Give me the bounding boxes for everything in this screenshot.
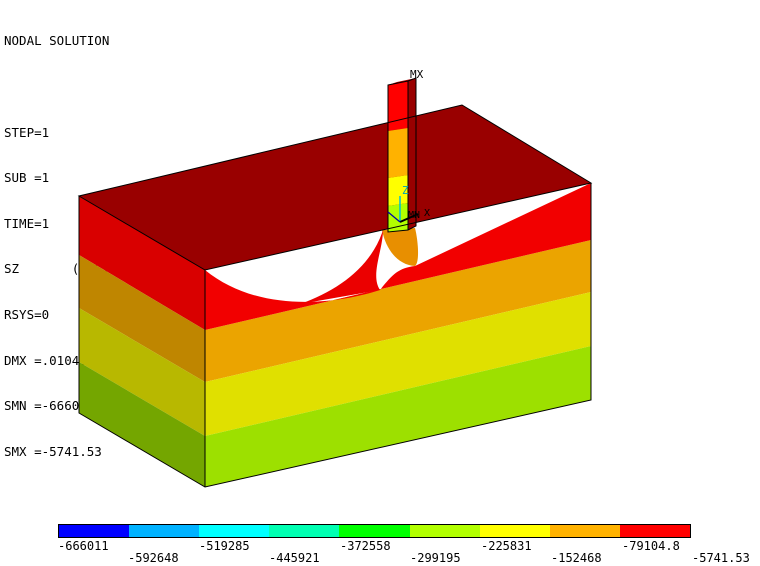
max-marker: MX (410, 68, 424, 81)
legend-swatch-blue (59, 525, 130, 537)
legend-swatch-lime (409, 525, 480, 537)
pile-contact-region (382, 228, 419, 266)
contour-legend-bar (58, 524, 691, 538)
legend-tick: -592648 (128, 551, 179, 565)
legend-tick: -299195 (410, 551, 461, 565)
legend-swatch-cyan (199, 525, 270, 537)
legend-tick: -519285 (199, 539, 250, 553)
pile-side (408, 78, 416, 230)
fe-model-viewport[interactable]: Z X MN MX (0, 0, 760, 520)
legend-tick-labels: -666011 -519285 -372558 -225831 -79104.8… (0, 538, 760, 566)
legend-tick: -372558 (340, 539, 391, 553)
legend-swatch-yellow (479, 525, 550, 537)
pile-column (387, 77, 417, 233)
min-marker: MN (408, 210, 420, 221)
triad-z-label: Z (402, 184, 409, 197)
legend-swatch-green (339, 525, 410, 537)
legend-tick: -666011 (58, 539, 109, 553)
legend-tick: -445921 (269, 551, 320, 565)
legend-swatch-teal (269, 525, 340, 537)
legend-swatch-orange (549, 525, 620, 537)
pile-front-red (388, 81, 408, 131)
legend-swatch-red (619, 525, 690, 537)
legend-tick: -5741.53 (692, 551, 750, 565)
pile-front-orange (388, 128, 408, 178)
triad-x-label: X (424, 208, 430, 219)
legend-tick: -79104.8 (622, 539, 680, 553)
legend-tick: -225831 (481, 539, 532, 553)
legend-tick: -152468 (551, 551, 602, 565)
legend-swatch-sky (129, 525, 200, 537)
